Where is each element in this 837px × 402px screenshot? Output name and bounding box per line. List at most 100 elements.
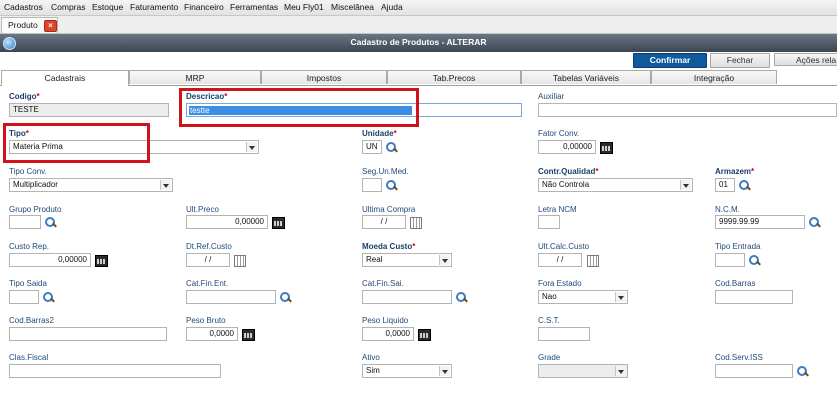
cst-field[interactable] (538, 327, 590, 341)
cat-fin-sai-field[interactable] (362, 290, 452, 304)
unidade-field[interactable]: UN (362, 140, 382, 154)
moeda-custo-value: Real (366, 255, 383, 264)
chevron-down-icon[interactable] (160, 180, 171, 190)
tipo-conv-select[interactable]: Multiplicador (9, 178, 173, 192)
moeda-custo-select[interactable]: Real (362, 253, 452, 267)
fator-conv-field[interactable]: 0,00000 (538, 140, 596, 154)
menu-ferramentas[interactable]: Ferramentas (230, 2, 278, 12)
cod-serv-iss-field[interactable] (715, 364, 793, 378)
calculator-icon[interactable] (600, 142, 613, 154)
search-icon[interactable] (386, 180, 397, 191)
tipo-highlight-box (3, 123, 150, 163)
fora-estado-select[interactable]: Nao (538, 290, 628, 304)
ncm-field[interactable]: 9999.99.99 (715, 215, 805, 229)
menu-compras[interactable]: Compras (51, 2, 85, 12)
peso-bruto-label: Peso Bruto (186, 316, 226, 325)
custo-rep-field[interactable]: 0,00000 (9, 253, 91, 267)
calendar-icon[interactable] (410, 217, 422, 229)
menu-financeiro[interactable]: Financeiro (184, 2, 224, 12)
menu-estoque[interactable]: Estoque (92, 2, 123, 12)
close-button[interactable]: Fechar (710, 53, 770, 68)
tab-mrp[interactable]: MRP (129, 70, 261, 84)
menu-miscelanea[interactable]: Miscelânea (331, 2, 374, 12)
tab-tabelas-variaveis[interactable]: Tabelas Variáveis (521, 70, 651, 84)
tab-tab-precos[interactable]: Tab.Precos (387, 70, 521, 84)
codigo-field[interactable]: TESTE (9, 103, 169, 117)
ultima-compra-field[interactable]: / / (362, 215, 406, 229)
search-icon[interactable] (797, 366, 808, 377)
fora-estado-value: Nao (542, 292, 557, 301)
ult-calc-custo-field[interactable]: / / (538, 253, 582, 267)
tab-integracao[interactable]: Integração (651, 70, 777, 84)
cod-barras-label: Cod.Barras (715, 279, 756, 288)
menu-faturamento[interactable]: Faturamento (130, 2, 178, 12)
search-icon[interactable] (456, 292, 467, 303)
fator-conv-label: Fator Conv. (538, 129, 580, 138)
menu-cadastros[interactable]: Cadastros (4, 2, 43, 12)
ult-calc-custo-label: Ult.Calc.Custo (538, 242, 590, 251)
tipo-entrada-field[interactable] (715, 253, 745, 267)
grupo-produto-field[interactable] (9, 215, 41, 229)
chevron-down-icon[interactable] (439, 366, 450, 376)
chevron-down-icon[interactable] (439, 255, 450, 265)
ativo-value: Sim (366, 366, 380, 375)
ativo-select[interactable]: Sim (362, 364, 452, 378)
armazem-field[interactable]: 01 (715, 178, 735, 192)
search-icon[interactable] (809, 217, 820, 228)
peso-liquido-field[interactable]: 0,0000 (362, 327, 414, 341)
seg-un-med-label: Seg.Un.Med. (362, 167, 409, 176)
peso-bruto-field[interactable]: 0,0000 (186, 327, 238, 341)
chevron-down-icon[interactable] (615, 292, 626, 302)
tipo-entrada-label: Tipo Entrada (715, 242, 761, 251)
search-icon[interactable] (739, 180, 750, 191)
seg-un-med-field[interactable] (362, 178, 382, 192)
search-icon[interactable] (280, 292, 291, 303)
letra-ncm-field[interactable] (538, 215, 560, 229)
contr-qualidade-value: Não Controla (542, 180, 590, 189)
chevron-down-icon[interactable] (246, 142, 257, 152)
cat-fin-ent-label: Cat.Fin.Ent. (186, 279, 229, 288)
related-actions-button[interactable]: Ações rela (774, 53, 837, 66)
calculator-icon[interactable] (418, 329, 431, 341)
ult-preco-field[interactable]: 0,00000 (186, 215, 268, 229)
menu-ajuda[interactable]: Ajuda (381, 2, 403, 12)
calculator-icon[interactable] (242, 329, 255, 341)
peso-liquido-label: Peso Liquido (362, 316, 409, 325)
contr-qualidade-label: Contr.Qualidad* (538, 167, 599, 176)
search-icon[interactable] (45, 217, 56, 228)
search-icon[interactable] (749, 255, 760, 266)
dt-ref-custo-field[interactable]: / / (186, 253, 230, 267)
auxiliar-field[interactable] (538, 103, 837, 117)
calculator-icon[interactable] (272, 217, 285, 229)
cod-barras2-label: Cod.Barras2 (9, 316, 54, 325)
clas-fiscal-label: Clas.Fiscal (9, 353, 49, 362)
document-tab-label: Produto (8, 20, 38, 30)
chevron-down-icon[interactable] (680, 180, 691, 190)
grade-select[interactable] (538, 364, 628, 378)
confirm-button[interactable]: Confirmar (633, 53, 707, 68)
tipo-conv-label: Tipo Conv. (9, 167, 47, 176)
ult-preco-label: Ult.Preco (186, 205, 219, 214)
tab-cadastrais[interactable]: Cadastrais (1, 70, 129, 86)
tipo-saida-field[interactable] (9, 290, 39, 304)
cat-fin-ent-field[interactable] (186, 290, 276, 304)
document-tab-produto[interactable]: Produto × (1, 17, 58, 33)
calendar-icon[interactable] (587, 255, 599, 267)
chevron-down-icon[interactable] (615, 366, 626, 376)
cod-barras2-field[interactable] (9, 327, 167, 341)
menu-meu-fly01[interactable]: Meu Fly01 (284, 2, 324, 12)
close-icon[interactable]: × (44, 20, 57, 32)
search-icon[interactable] (386, 142, 397, 153)
contr-qualidade-select[interactable]: Não Controla (538, 178, 693, 192)
calculator-icon[interactable] (95, 255, 108, 267)
cod-barras-field[interactable] (715, 290, 793, 304)
moeda-custo-label: Moeda Custo* (362, 242, 416, 251)
tab-impostos[interactable]: Impostos (261, 70, 387, 84)
fora-estado-label: Fora Estado (538, 279, 582, 288)
letra-ncm-label: Letra NCM (538, 205, 577, 214)
folder-tabs: Cadastrais MRP Impostos Tab.Precos Tabel… (0, 70, 837, 86)
document-tab-strip: Produto × (0, 16, 837, 34)
search-icon[interactable] (43, 292, 54, 303)
calendar-icon[interactable] (234, 255, 246, 267)
clas-fiscal-field[interactable] (9, 364, 221, 378)
